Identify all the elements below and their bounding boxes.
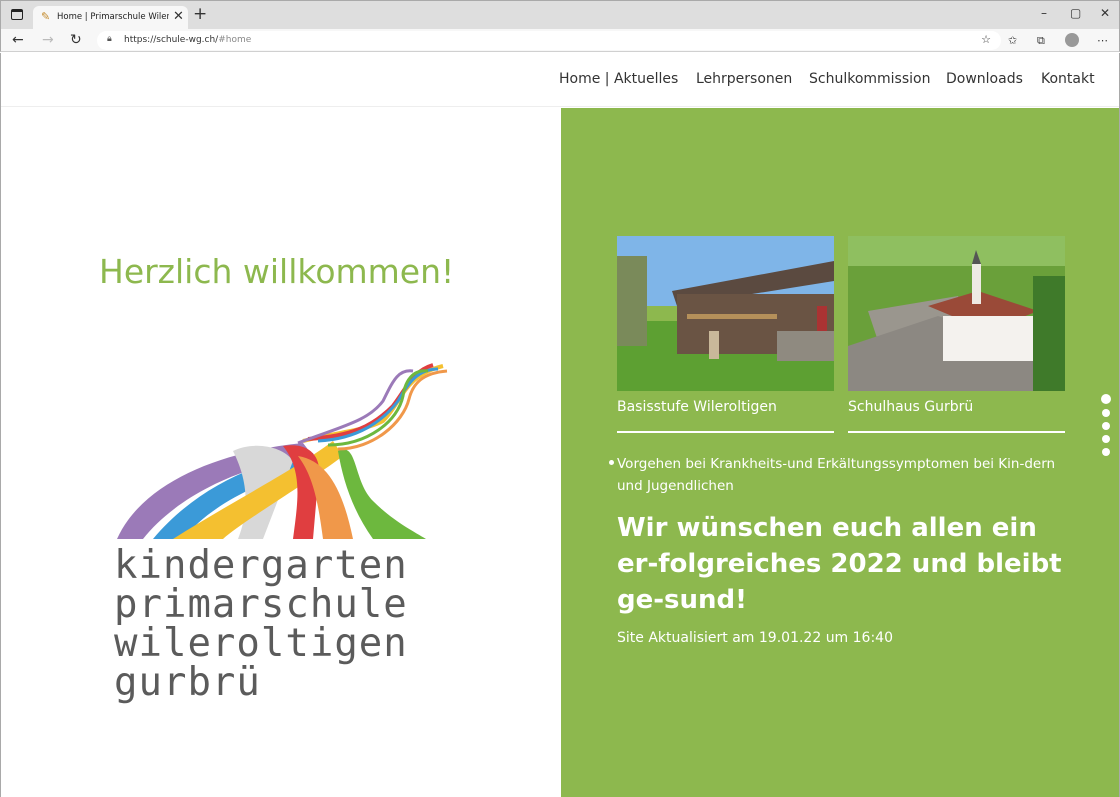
browser-tab-bar: ✎ Home | Primarschule Wileroltigen ✕ + –… bbox=[0, 0, 1120, 30]
new-tab-icon[interactable]: + bbox=[193, 4, 207, 24]
section-dot[interactable] bbox=[1102, 409, 1110, 417]
reload-icon[interactable]: ↻ bbox=[70, 32, 82, 48]
basisstufe-photo[interactable] bbox=[617, 236, 834, 391]
favorites-icon[interactable]: ✩ bbox=[1008, 34, 1017, 47]
url-text: https://schule-wg.ch/#home bbox=[124, 35, 252, 45]
last-updated: Site Aktualisiert am 19.01.22 um 16:40 bbox=[617, 630, 893, 646]
maximize-icon[interactable]: ▢ bbox=[1070, 6, 1081, 20]
nav-home[interactable]: Home | Aktuelles bbox=[559, 71, 678, 87]
section-dot[interactable] bbox=[1101, 394, 1111, 404]
basisstufe-caption[interactable]: Basisstufe Wileroltigen bbox=[617, 399, 777, 415]
news-panel: Basisstufe Wileroltigen Schulhaus Gurbrü… bbox=[561, 108, 1119, 797]
caption-divider bbox=[617, 431, 834, 433]
news-link-covid[interactable]: Vorgehen bei Krankheits-und Erkältungssy… bbox=[617, 453, 1057, 497]
school-logo bbox=[117, 363, 448, 539]
add-favorite-icon[interactable]: ☆ bbox=[981, 33, 991, 46]
gurbru-caption[interactable]: Schulhaus Gurbrü bbox=[848, 399, 973, 415]
bullet-marker bbox=[609, 460, 614, 465]
section-dot[interactable] bbox=[1102, 422, 1110, 430]
profile-avatar[interactable] bbox=[1065, 33, 1079, 47]
site-navigation: Home | Aktuelles Lehrpersonen Schulkommi… bbox=[1, 53, 1119, 107]
browser-tab-active[interactable]: ✎ Home | Primarschule Wileroltigen ✕ bbox=[33, 6, 188, 30]
back-icon[interactable]: ← bbox=[12, 32, 24, 48]
tab-title: Home | Primarschule Wileroltigen bbox=[57, 12, 169, 22]
logo-text-line: gurbrü bbox=[114, 660, 261, 705]
section-dot[interactable] bbox=[1102, 448, 1110, 456]
minimize-icon[interactable]: – bbox=[1041, 6, 1047, 20]
more-menu-icon[interactable]: ⋯ bbox=[1097, 34, 1108, 47]
nav-downloads[interactable]: Downloads bbox=[946, 71, 1023, 87]
caption-divider bbox=[848, 431, 1065, 433]
nav-lehrpersonen[interactable]: Lehrpersonen bbox=[696, 71, 792, 87]
tab-close-icon[interactable]: ✕ bbox=[173, 9, 184, 24]
section-dot[interactable] bbox=[1102, 435, 1110, 443]
window-menu-icon[interactable] bbox=[11, 9, 23, 20]
nav-schulkommission[interactable]: Schulkommission bbox=[809, 71, 930, 87]
forward-icon[interactable]: → bbox=[42, 32, 54, 48]
section-nav-dots bbox=[1101, 394, 1112, 461]
site-favicon-icon: ✎ bbox=[41, 10, 51, 23]
logo-text-line: kindergarten bbox=[114, 543, 408, 588]
logo-text-line: primarschule bbox=[114, 582, 408, 627]
lock-icon: 🔒︎ bbox=[107, 34, 112, 44]
logo-text-line: wileroltigen bbox=[114, 621, 408, 666]
new-year-wish: Wir wünschen euch allen ein er-folgreich… bbox=[617, 513, 1062, 615]
collections-icon[interactable]: ⧉ bbox=[1037, 34, 1045, 48]
address-bar[interactable]: 🔒︎ https://schule-wg.ch/#home ☆ bbox=[97, 31, 1001, 50]
welcome-heading: Herzlich willkommen! bbox=[99, 252, 455, 291]
gurbru-photo[interactable] bbox=[848, 236, 1065, 391]
web-page: Home | Aktuelles Lehrpersonen Schulkommi… bbox=[0, 53, 1120, 797]
close-window-icon[interactable]: ✕ bbox=[1100, 6, 1110, 20]
hero-left: Herzlich willkommen! kindergarten primar… bbox=[1, 108, 561, 797]
nav-kontakt[interactable]: Kontakt bbox=[1041, 71, 1095, 87]
browser-toolbar: ← → ↻ 🔒︎ https://schule-wg.ch/#home ☆ ✩ … bbox=[0, 29, 1120, 52]
